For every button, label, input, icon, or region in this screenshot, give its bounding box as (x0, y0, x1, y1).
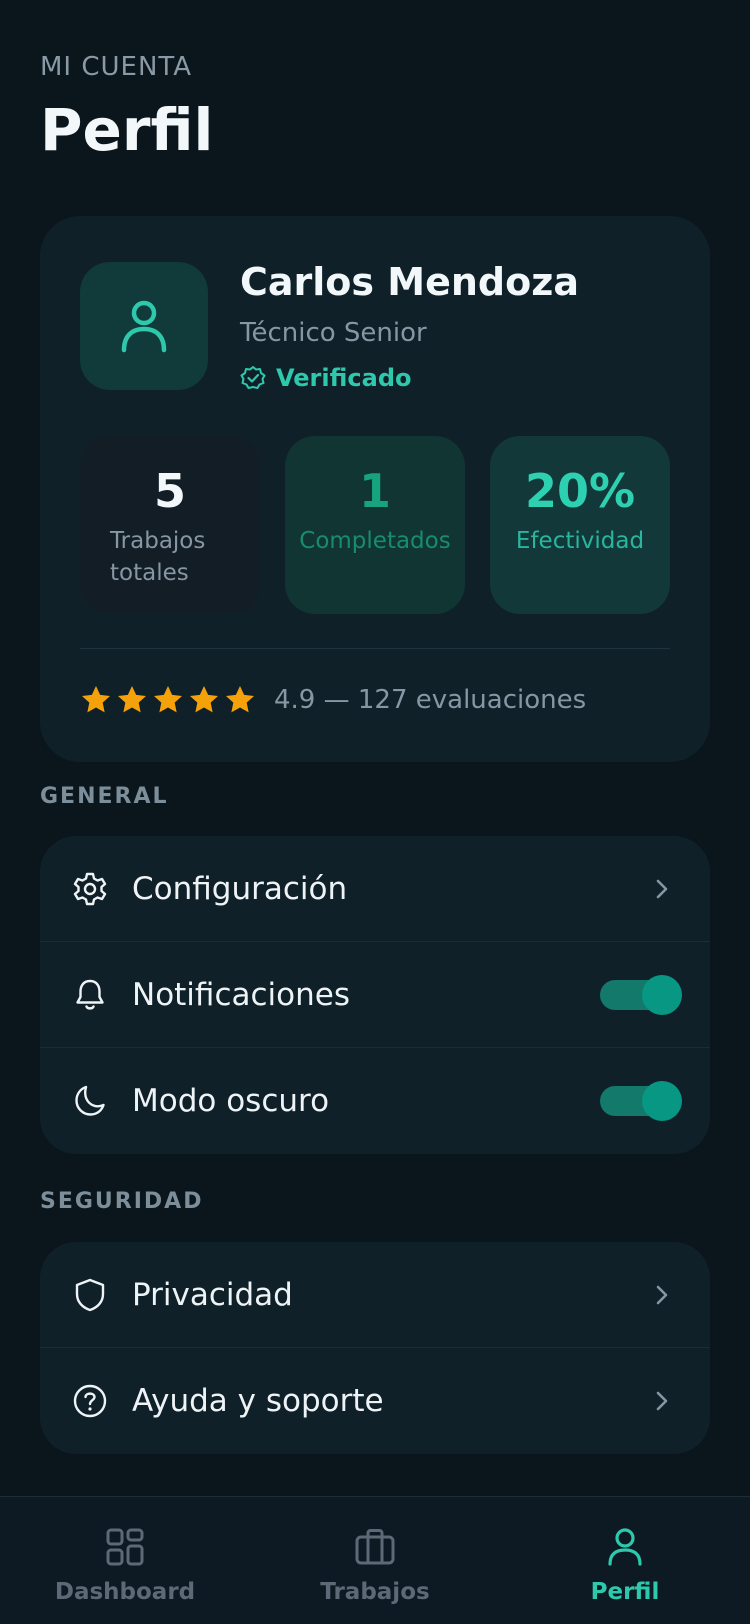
chevron-right-icon (656, 1285, 668, 1304)
general-menu: Configuración Notificaciones Modo oscuro (40, 836, 710, 1154)
stat-completed: 1 Completados (285, 436, 465, 614)
menu-item-label: Privacidad (132, 1276, 293, 1313)
stat-effectiveness: 20% Efectividad (490, 436, 670, 614)
menu-item-privacidad[interactable]: Privacidad (40, 1242, 710, 1348)
profile-card: Carlos Mendoza Técnico Senior Verificado… (40, 216, 710, 762)
tab-label: Trabajos (320, 1579, 430, 1605)
tab-trabajos[interactable]: Trabajos (295, 1527, 455, 1605)
tab-perfil[interactable]: Perfil (545, 1527, 705, 1605)
menu-item-modo-oscuro[interactable]: Modo oscuro (40, 1048, 710, 1154)
grid-icon (106, 1528, 144, 1566)
gear-icon (72, 871, 108, 907)
verified-label: Verificado (276, 364, 412, 392)
rating: 4.9 — 127 evaluaciones (80, 684, 586, 716)
page-title: Perfil (40, 96, 214, 164)
tab-label: Dashboard (54, 1579, 196, 1605)
toggle-knob (642, 974, 682, 1015)
stat-value: 5 (153, 464, 186, 518)
toggle-knob (642, 1081, 682, 1121)
menu-item-configuracion[interactable]: Configuración (40, 836, 710, 942)
briefcase-icon (355, 1529, 395, 1565)
stat-total-jobs: 5 Trabajos totales (80, 436, 260, 614)
user-icon (121, 300, 167, 353)
stat-label: Trabajos totales (110, 528, 206, 587)
menu-item-label: Ayuda y soporte (132, 1383, 384, 1419)
stat-value: 1 (358, 464, 391, 518)
notifications-toggle[interactable] (600, 974, 682, 1015)
menu-item-notificaciones[interactable]: Notificaciones (40, 942, 710, 1048)
verified-badge-icon (240, 366, 266, 389)
star-icon (226, 686, 254, 713)
menu-item-label: Modo oscuro (132, 1083, 330, 1119)
menu-item-label: Configuración (132, 870, 348, 907)
dark-mode-toggle[interactable] (600, 1081, 682, 1121)
bottom-tab-bar: Dashboard Trabajos Perfil (0, 1496, 750, 1624)
profile-name: Carlos Mendoza (240, 260, 579, 304)
bell-icon (72, 977, 108, 1013)
divider (80, 648, 670, 649)
user-icon (608, 1528, 642, 1566)
menu-item-label: Notificaciones (132, 976, 350, 1013)
page-eyebrow: MI CUENTA (40, 52, 193, 82)
menu-item-ayuda[interactable]: Ayuda y soporte (40, 1348, 710, 1454)
rating-text: 4.9 — 127 evaluaciones (274, 685, 587, 715)
tab-dashboard[interactable]: Dashboard (45, 1527, 205, 1605)
avatar[interactable] (80, 262, 208, 390)
help-circle-icon (72, 1383, 108, 1419)
stat-label: Efectividad (515, 528, 645, 555)
section-label-general: GENERAL (40, 784, 169, 809)
stat-label: Completados (299, 528, 451, 555)
star-rating (80, 684, 256, 716)
section-label-seguridad: SEGURIDAD (40, 1189, 204, 1214)
chevron-right-icon (656, 1391, 668, 1411)
star-icon (190, 686, 218, 713)
star-icon (154, 686, 182, 713)
moon-icon (72, 1083, 108, 1119)
star-icon (118, 686, 146, 713)
chevron-right-icon (656, 879, 668, 898)
verified-badge: Verificado (240, 364, 411, 392)
security-menu: Privacidad Ayuda y soporte (40, 1242, 710, 1454)
stat-value: 20% (524, 464, 636, 518)
star-icon (82, 686, 110, 713)
tab-label: Perfil (590, 1579, 660, 1605)
profile-role: Técnico Senior (240, 318, 427, 348)
shield-icon (72, 1277, 108, 1313)
